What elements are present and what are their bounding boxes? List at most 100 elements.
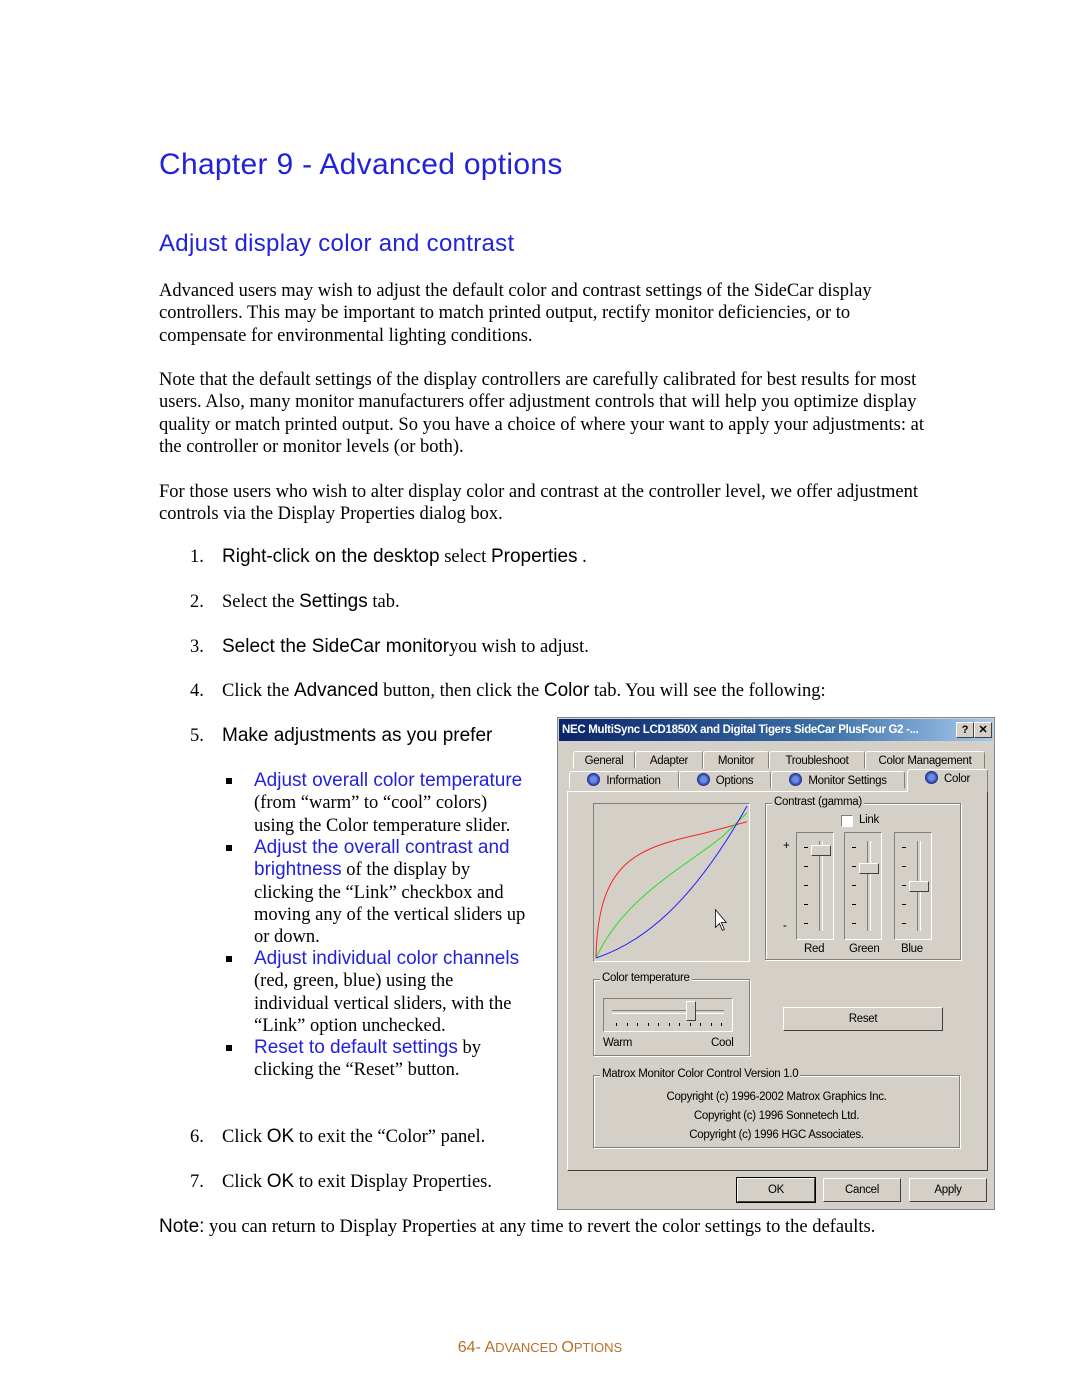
tick-mark [637,1023,638,1026]
tick-mark [902,866,906,867]
close-button[interactable]: ✕ [974,722,992,738]
blue-slider[interactable] [894,832,932,940]
bullet-item: Adjust individual color channels (red, g… [226,948,526,1037]
tab-general[interactable]: General [573,751,635,769]
paragraph: Advanced users may wish to adjust the de… [159,281,872,346]
slider-thumb[interactable] [685,1001,696,1021]
footer-text: O [561,1339,574,1356]
step-text: Click the [222,681,294,701]
tick-mark [804,866,808,867]
bullet-icon [226,845,232,851]
matrox-icon [789,773,803,786]
ok-button[interactable]: OK [736,1177,816,1203]
about-label: Matrox Monitor Color Control Version 1.0 [600,1068,801,1080]
tab-adapter[interactable]: Adapter [635,751,703,769]
contrast-label: Contrast (gamma) [772,796,864,808]
tab-information[interactable]: Information [569,771,679,789]
cancel-button[interactable]: Cancel [823,1178,901,1202]
bullet-item: Reset to default settings by clicking th… [226,1037,526,1082]
tab-troubleshoot[interactable]: Troubleshoot [769,751,865,769]
color-temperature-label: Color temperature [600,972,692,984]
bullet-text: (red, green, blue) using the individual … [254,971,512,1036]
tick-mark [647,1023,649,1026]
footer-text: A [484,1339,496,1356]
section-title: Adjust display color and contrast [159,230,515,257]
slider-thumb[interactable] [811,845,831,856]
bullet-link: Adjust overall color temperature [254,770,523,791]
step-number: 2. [190,592,204,612]
footer-text: PTIONS [573,1340,623,1355]
bullet-link: Adjust individual color channels [254,948,520,969]
help-button[interactable]: ? [956,722,974,738]
warm-label: Warm [603,1037,633,1049]
note: Note: you can return to Display Properti… [159,1216,875,1238]
red-curve [595,821,748,959]
tick-mark [668,1023,670,1026]
note-text: you can return to Display Properties at … [204,1217,876,1237]
contrast-group: Contrast (gamma) Link + - Red Green Blue [765,796,961,960]
step-number: 4. [190,681,204,701]
tick-mark [902,847,906,848]
step-3: 3. Select the SideCar monitoryou wish to … [190,636,589,658]
tick-mark [852,885,856,886]
step-text: you wish to adjust. [449,637,589,657]
slider-thumb[interactable] [909,881,929,892]
page-footer: 64- ADVANCED OPTIONS [0,1339,1080,1357]
bullet-item: Adjust the overall contrast and brightne… [226,837,526,948]
green-slider[interactable] [844,832,882,940]
red-slider[interactable] [796,832,834,940]
reset-button[interactable]: Reset [783,1007,943,1031]
step-text: Select the [222,592,300,612]
step-text: Advanced [293,680,379,701]
step-text: OK [266,1171,295,1192]
step-number: 6. [190,1127,204,1147]
slider-thumb[interactable] [859,863,879,875]
tab-color-management[interactable]: Color Management [865,751,985,769]
red-label: Red [804,943,825,955]
tab-label: Color [944,773,970,785]
color-temperature-slider[interactable] [603,998,733,1032]
blue-label: Blue [901,943,923,955]
step-text: button, then click the [378,681,544,701]
step-number: 1. [190,547,204,567]
tab-label: Information [606,775,661,787]
tick-mark [626,1023,628,1026]
step-text: select [439,547,491,567]
paragraph: Note that the default settings of the di… [159,370,924,457]
step-text: Right-click on the desktop [222,546,440,567]
step-text: to exit Display Properties. [294,1172,492,1192]
copyright-line: Copyright (c) 1996 HGC Associates. [689,1129,864,1141]
link-checkbox[interactable] [841,815,853,827]
plus-label: + [783,840,790,852]
color-panel: Contrast (gamma) Link + - Red Green Blue… [567,791,988,1171]
copyright-line: Copyright (c) 1996 Sonnetech Ltd. [693,1110,860,1122]
tick-mark [679,1023,680,1026]
tick-mark [804,847,808,848]
step-text: Make adjustments as you prefer [222,725,493,746]
footer-text: DVANCED [495,1340,562,1355]
step-text: Select the SideCar monitor [222,636,450,657]
bullet-link: Reset to default settings [254,1037,458,1058]
step-number: 3. [190,637,204,657]
apply-button[interactable]: Apply [909,1178,987,1202]
step-text: tab. You will see the following: [589,681,826,701]
cool-label: Cool [711,1037,734,1049]
tick-mark [804,885,808,886]
tab-monitor[interactable]: Monitor [703,751,769,769]
tab-options[interactable]: Options [679,771,771,789]
tab-color[interactable]: Color [907,769,988,792]
tick-mark [852,866,856,867]
green-curve [595,812,748,959]
tick-mark [902,923,906,924]
blue-curve [595,805,748,959]
tick-mark [852,923,856,924]
page-number: 64 [457,1339,476,1356]
tick-mark [616,1023,617,1026]
about-group: Matrox Monitor Color Control Version 1.0… [593,1068,960,1148]
bullet-icon [226,1045,232,1051]
bullet-icon [226,956,232,962]
tick-mark [658,1023,659,1026]
tab-monitor-settings[interactable]: Monitor Settings [771,771,905,789]
tick-mark [689,1023,691,1026]
step-text: Click [222,1127,267,1147]
